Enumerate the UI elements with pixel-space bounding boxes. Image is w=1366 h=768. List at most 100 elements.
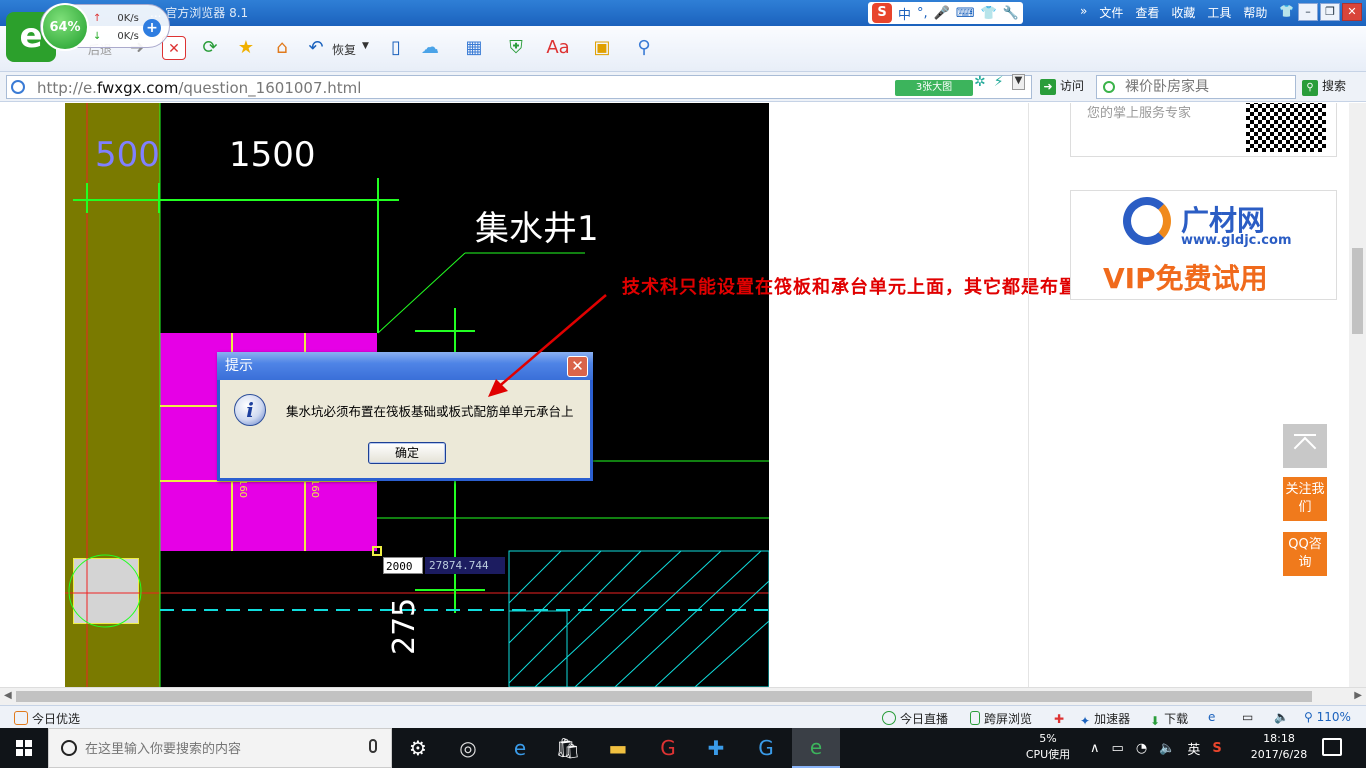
scroll-left-icon[interactable]: ◀ <box>4 690 12 701</box>
play-icon <box>882 711 896 725</box>
url-path: /question_1601007.html <box>178 79 362 97</box>
accelerator[interactable]: 加速器 <box>1094 712 1130 726</box>
edge-icon[interactable]: e <box>496 728 544 768</box>
restore-dropdown-icon[interactable]: ▼ <box>362 41 369 51</box>
menu-help[interactable]: 帮助 <box>1243 4 1267 21</box>
back-to-top-button[interactable] <box>1283 424 1327 468</box>
shirt-icon[interactable]: 👕 <box>1279 4 1294 21</box>
visit-arrow-icon[interactable]: ➜ <box>1040 79 1056 95</box>
ie-icon[interactable]: e <box>1208 710 1215 724</box>
search-icon[interactable]: ⚲ <box>1302 80 1318 96</box>
sogou-icon[interactable]: S <box>872 3 892 23</box>
wifi-icon[interactable]: ◔ <box>1136 741 1147 756</box>
sidebar-ad-card[interactable]: 广材网 www.gldjc.com VIP免费试用 <box>1070 190 1337 300</box>
glodon-app-icon[interactable]: G <box>742 728 790 768</box>
ime-language[interactable]: 英 <box>1187 739 1200 758</box>
ime-punct[interactable]: °, <box>917 6 928 21</box>
sidebar-app-card[interactable]: 您的掌上服务专家 <box>1070 103 1337 157</box>
url-field[interactable]: http://e.fwxgx.com/question_1601007.html… <box>6 75 1032 99</box>
horizontal-scrollbar[interactable]: ◀ ▶ <box>0 687 1366 705</box>
lightning-icon[interactable]: ⚡ <box>994 74 1004 90</box>
search-engine-icon <box>1103 81 1115 93</box>
maximize-button[interactable]: ❐ <box>1320 3 1340 21</box>
qq-consult-button[interactable]: QQ咨询 <box>1283 532 1327 576</box>
close-window-button[interactable]: ✕ <box>1342 3 1362 21</box>
browser-task-icon[interactable]: e <box>792 728 840 768</box>
download[interactable]: 下载 <box>1164 712 1188 726</box>
taskbar-search-input[interactable] <box>85 739 365 759</box>
apps-icon[interactable]: ▦ <box>462 36 486 60</box>
upload-speed: 0K/s <box>117 13 139 24</box>
add-icon[interactable]: + <box>143 19 161 37</box>
start-button[interactable] <box>0 728 48 768</box>
ime-mode[interactable]: 中 <box>898 4 911 23</box>
vertical-scroll-thumb[interactable] <box>1352 248 1363 334</box>
big-picture-button[interactable]: 3张大图 <box>895 80 973 96</box>
url-dropdown-icon[interactable]: ▼ <box>1011 74 1026 90</box>
speaker-icon[interactable]: 🔈 <box>1159 741 1175 756</box>
menu-more-icon[interactable]: » <box>1080 4 1087 21</box>
cloud-icon[interactable]: ☁ <box>418 36 442 60</box>
network-speed-widget[interactable]: 64% ↑ 0K/s ↓ 0K/s + <box>40 3 170 51</box>
ime-toolbar[interactable]: S 中 °, 🎤 ⌨ 👕 🔧 <box>868 2 1023 24</box>
window-icon[interactable]: ▭ <box>1242 710 1253 724</box>
wrench-icon[interactable]: 🔧 <box>1003 6 1019 21</box>
horizontal-scroll-thumb[interactable] <box>16 691 1312 702</box>
visit-button[interactable]: 访问 <box>1060 79 1084 93</box>
shield-icon[interactable]: ⛨ <box>504 36 528 60</box>
menu-favorites[interactable]: 收藏 <box>1171 4 1195 21</box>
info-icon: i <box>234 394 266 426</box>
keyboard-icon[interactable]: ⌨ <box>956 6 975 21</box>
speed-percent[interactable]: 64% <box>41 3 89 51</box>
translate-icon[interactable]: Aa <box>546 36 570 60</box>
scroll-right-icon[interactable]: ▶ <box>1354 690 1362 701</box>
menu-tools[interactable]: 工具 <box>1207 4 1231 21</box>
restore-icon[interactable]: ↶ <box>304 36 328 60</box>
address-bar: http://e.fwxgx.com/question_1601007.html… <box>0 72 1366 102</box>
favorite-star-icon[interactable]: ★ <box>234 36 258 60</box>
battery-icon[interactable]: ▭ <box>1112 741 1124 756</box>
screenshot-icon[interactable]: ▣ <box>590 36 614 60</box>
menu-view[interactable]: 查看 <box>1135 4 1159 21</box>
dimension-input[interactable]: 2000 <box>383 557 423 574</box>
minimize-button[interactable]: – <box>1298 3 1318 21</box>
taskbar-search[interactable] <box>48 728 392 768</box>
tray-expand-icon[interactable]: ∧ <box>1090 741 1100 756</box>
zoom-icon[interactable]: ⚲ <box>632 36 656 60</box>
file-explorer-icon[interactable]: ▬ <box>594 728 642 768</box>
plus-app-icon[interactable]: ✚ <box>692 728 740 768</box>
cpu-percent: 5% <box>1039 732 1057 745</box>
ok-button[interactable]: 确定 <box>368 442 446 464</box>
store-icon[interactable]: 🛍 <box>544 728 592 768</box>
sogou-tray-icon[interactable]: S <box>1212 741 1221 756</box>
stop-icon[interactable]: ✕ <box>162 36 186 60</box>
restore-label[interactable]: 恢复 <box>332 41 356 58</box>
volume-icon[interactable]: 🔈 <box>1274 710 1289 724</box>
chrome-app-icon[interactable]: ◎ <box>444 728 492 768</box>
home-icon[interactable]: ⌂ <box>270 36 294 60</box>
refresh-icon[interactable]: ⟳ <box>198 36 222 60</box>
search-input[interactable] <box>1125 78 1290 96</box>
vertical-scrollbar[interactable] <box>1349 103 1366 687</box>
menu-file[interactable]: 文件 <box>1099 4 1123 21</box>
cross-screen[interactable]: 跨屏浏览 <box>984 712 1032 726</box>
zoom-level[interactable]: 110% <box>1317 710 1351 724</box>
today-live[interactable]: 今日直播 <box>900 712 948 726</box>
today-picks[interactable]: 今日优选 <box>32 712 80 726</box>
microphone-icon[interactable]: 🎤 <box>934 6 950 21</box>
mic-icon[interactable] <box>369 739 377 753</box>
follow-us-button[interactable]: 关注我们 <box>1283 477 1327 521</box>
phone-small-icon <box>970 711 980 725</box>
skin-icon[interactable]: 👕 <box>981 6 997 21</box>
ad-url: www.gldjc.com <box>1181 233 1292 248</box>
download-arrow-icon: ↓ <box>93 31 102 42</box>
cad-app-icon[interactable]: G <box>644 728 692 768</box>
search-box[interactable] <box>1096 75 1296 99</box>
taskbar: ⚙ ◎ e 🛍 ▬ G ✚ G e 5% CPU使用 ∧ ▭ ◔ 🔈 英 S 1… <box>0 728 1366 768</box>
task-view-icon[interactable]: ⚙ <box>394 728 442 768</box>
notification-icon[interactable] <box>1322 738 1342 756</box>
spinner-icon[interactable]: ✲ <box>974 74 986 90</box>
search-button[interactable]: 搜索 <box>1322 79 1346 93</box>
clock[interactable]: 18:18 2017/6/28 <box>1244 731 1314 763</box>
phone-icon[interactable]: ▯ <box>384 36 408 60</box>
